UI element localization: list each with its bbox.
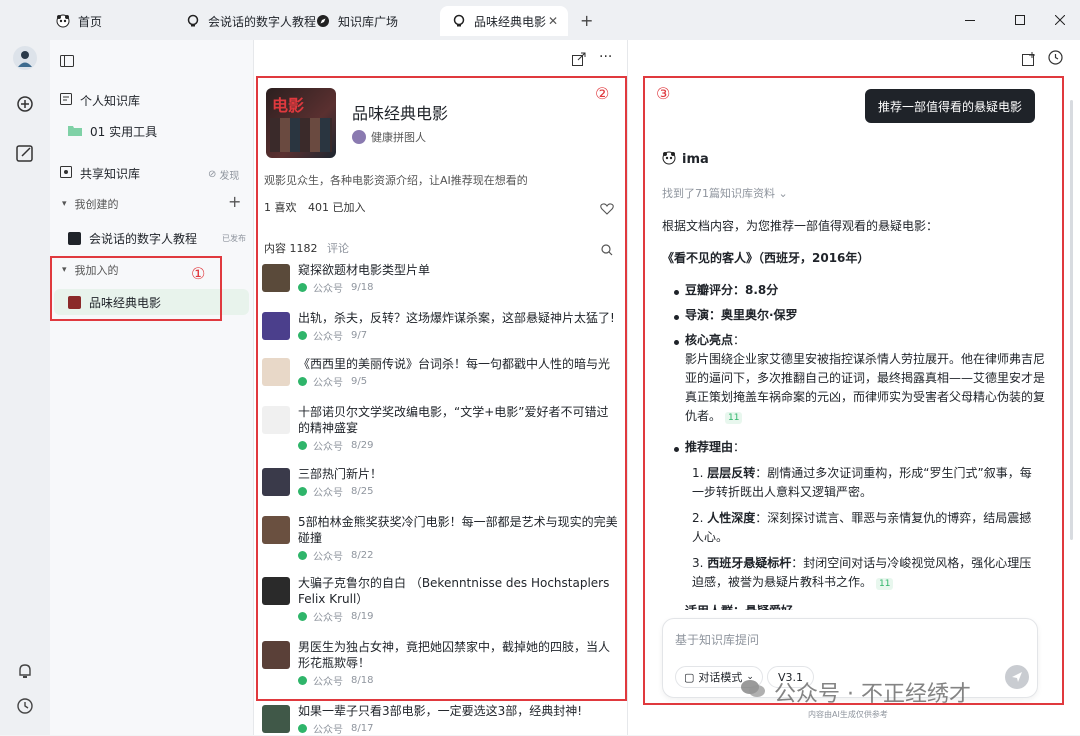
article-thumbnail [262, 705, 290, 733]
sidebar-item-shared-kb[interactable]: 共享知识库 [60, 165, 140, 182]
kb-sidebar: 个人知识库 01 实用工具 共享知识库 ⊘ 发现 ▾ 我创建的 + 会说话的数字… [50, 40, 254, 735]
annotation-label-3: ③ [656, 84, 671, 103]
watermark-text: 公众号 · 不正经绣才 [774, 682, 971, 707]
knowledge-icon[interactable] [14, 94, 36, 116]
article-title: 如果一辈子只看3部电影，一定要选这3部，经典封神! [298, 704, 583, 718]
annotation-box-3 [643, 76, 1064, 705]
watermark: 公众号 · 不正经绣才 [740, 676, 971, 708]
discover-label: 发现 [219, 171, 240, 182]
avatar[interactable] [13, 46, 37, 70]
scrollbar[interactable] [1070, 100, 1073, 540]
kb-detail-panel: ··· 电影 品味经典电影 健康拼图人 观影见众生，各种电影资源介绍，让AI推荐… [254, 40, 628, 736]
close-tab-icon[interactable]: ✕ [548, 14, 558, 28]
panda-icon [56, 14, 70, 28]
published-badge: 已发布 [222, 234, 246, 243]
edit-icon[interactable] [14, 142, 36, 164]
article-source: 公众号 [313, 725, 343, 736]
folder-icon [68, 125, 82, 139]
sidebar-toggle-icon[interactable] [60, 52, 74, 71]
bulb-icon [452, 14, 466, 28]
compass-icon: ⊘ [208, 169, 217, 180]
tab-label: 首页 [78, 14, 103, 29]
annotation-box-2 [256, 76, 627, 701]
sidebar-item-folder[interactable]: 01 实用工具 [68, 123, 157, 140]
ai-disclaimer: 内容由AI生成仅供参考 [808, 710, 888, 719]
discover-link[interactable]: ⊘ 发现 [208, 167, 239, 182]
sidebar-item-digital-human[interactable]: 会说话的数字人教程 已发布 [68, 230, 246, 247]
kb-cover-icon [68, 232, 81, 245]
maximize-icon[interactable] [1010, 10, 1030, 30]
minimize-icon[interactable] [960, 10, 980, 30]
wechat-icon [298, 724, 307, 733]
tab-digital-human[interactable]: 会说话的数字人教程 [186, 6, 316, 36]
wechat-icon [740, 678, 766, 706]
share-icon[interactable] [572, 51, 586, 70]
compass-icon [316, 14, 330, 28]
chevron-down-icon: ▾ [62, 199, 67, 209]
history-icon[interactable] [1048, 50, 1063, 69]
section-created[interactable]: ▾ 我创建的 [62, 196, 119, 212]
add-kb-icon[interactable]: + [228, 192, 241, 211]
close-window-icon[interactable] [1050, 10, 1070, 30]
annotation-label-2: ② [595, 84, 610, 103]
bell-icon[interactable] [14, 660, 36, 682]
sidebar-item-label: 个人知识库 [80, 94, 141, 108]
tab-label: 会说话的数字人教程 [208, 14, 317, 29]
sidebar-item-label: 共享知识库 [80, 167, 141, 181]
tab-home[interactable]: 首页 [56, 6, 102, 36]
sidebar-item-label: 会说话的数字人教程 [89, 232, 198, 246]
book-icon [60, 93, 72, 108]
new-tab-icon[interactable]: + [580, 11, 593, 30]
icon-rail [0, 40, 50, 735]
new-chat-icon[interactable] [1022, 51, 1036, 70]
article-meta: 公众号 8/17 [298, 721, 373, 736]
tab-classic-movies[interactable]: 品味经典电影 ✕ [440, 6, 568, 36]
article-date: 8/17 [351, 723, 374, 734]
bulb-icon [186, 14, 200, 28]
tab-label: 品味经典电影 [474, 14, 547, 29]
sidebar-item-personal-kb[interactable]: 个人知识库 [60, 92, 140, 109]
shared-book-icon [60, 166, 72, 181]
more-icon[interactable]: ··· [599, 49, 612, 65]
section-label: 我创建的 [74, 198, 119, 211]
chat-panel: 推荐一部值得看的悬疑电影 ima 找到了71篇知识库资料 ⌄ 根据文档内容，为您… [628, 40, 1080, 735]
title-bar: 首页 会说话的数字人教程 知识库广场 品味经典电影 ✕ + [0, 0, 1080, 40]
annotation-label-1: ① [191, 264, 206, 283]
tab-kb-plaza[interactable]: 知识库广场 [316, 6, 398, 36]
tab-label: 知识库广场 [338, 14, 399, 29]
history-icon[interactable] [14, 695, 36, 717]
sidebar-item-label: 01 实用工具 [90, 125, 158, 139]
